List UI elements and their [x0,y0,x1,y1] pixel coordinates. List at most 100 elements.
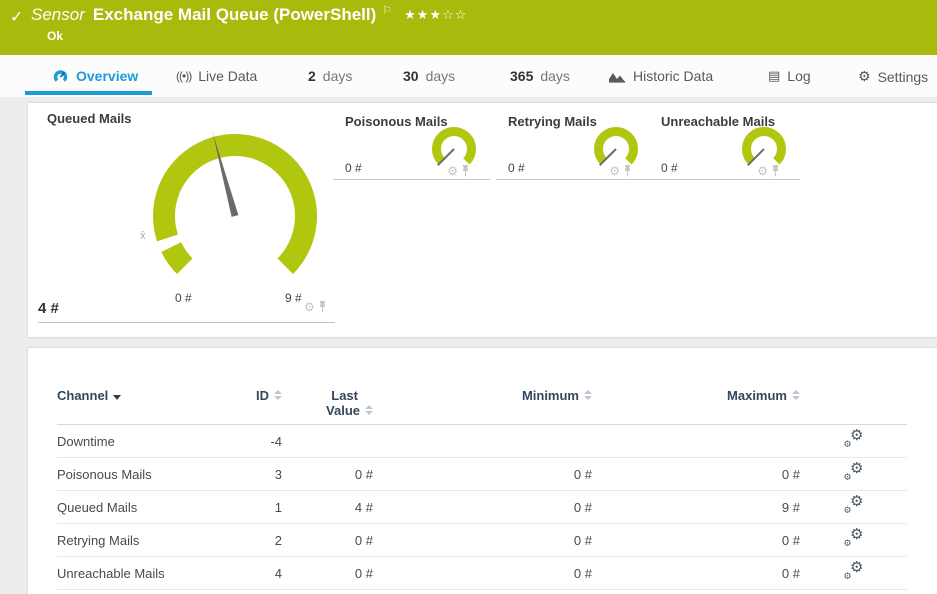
table-row: Downtime -4 ⚙⚙ [57,425,907,458]
column-header-value-label: Value [326,403,360,418]
column-header-id-label: ID [256,388,269,403]
gauge-gear-icon[interactable]: ⚙ [304,301,315,313]
gauge-divider [38,322,335,323]
column-header-last-label: Last [331,388,358,403]
queued-mails-current-value: 4 # [38,300,59,317]
sort-icon [792,390,800,400]
flag-icon[interactable]: ⚐ [382,4,392,17]
column-header-maximum[interactable]: Maximum [592,388,800,403]
gauges-panel: Queued Mails x̄ 0 # 9 # 4 # ⚙ Poisonous … [28,103,937,337]
table-row: Unreachable Mails 4 0 # 0 # 0 # ⚙⚙ [57,557,907,590]
tab-historic-data-label: Historic Data [633,68,713,84]
channel-maximum: 0 # [592,533,800,548]
channel-id: 3 [207,467,282,482]
table-header-row: Channel ID Last Value Minimum Maximum [57,348,907,425]
tab-bar: Overview ((•)) Live Data 2 days 30 days … [0,55,937,97]
sort-icon [274,390,282,400]
table-row: Poisonous Mails 3 0 # 0 # 0 # ⚙⚙ [57,458,907,491]
gauge-gear-icon[interactable]: ⚙ [447,165,458,177]
channel-maximum: 0 # [592,566,800,581]
channel-settings-gears-icon[interactable]: ⚙⚙ [844,497,864,514]
channels-table-panel: Channel ID Last Value Minimum Maximum [28,348,937,594]
tab-365-days-number: 365 [510,68,533,84]
gauge-scale-max-label: 9 # [285,291,302,305]
pin-icon[interactable] [771,165,780,177]
log-list-icon: ▤ [768,68,780,84]
pin-icon[interactable] [623,165,632,177]
gauge-gear-icon[interactable]: ⚙ [609,165,620,177]
retrying-mails-current-value: 0 # [508,161,525,175]
tab-historic-data[interactable]: Historic Data [608,68,713,84]
channel-last-value: 0 # [282,566,373,581]
channel-minimum: 0 # [373,533,592,548]
channel-id: 2 [207,533,282,548]
tab-live-data[interactable]: ((•)) Live Data [176,68,257,84]
sort-desc-icon [113,390,121,400]
table-row: Queued Mails 1 4 # 0 # 9 # ⚙⚙ [57,491,907,524]
sensor-title-row: Sensor Exchange Mail Queue (PowerShell) … [31,5,467,25]
tab-365-days-unit: days [540,68,570,84]
channel-settings-gears-icon[interactable]: ⚙⚙ [844,530,864,547]
poisonous-mails-current-value: 0 # [345,161,362,175]
tab-30-days-number: 30 [403,68,419,84]
retrying-mails-gauge-title: Retrying Mails [508,114,597,129]
sensor-header-bar: ✓ Sensor Exchange Mail Queue (PowerShell… [0,0,937,55]
gauge-scale-min-label: 0 # [175,291,192,305]
pin-icon[interactable] [318,301,327,313]
channel-settings-gears-icon[interactable]: ⚙⚙ [844,563,864,580]
column-header-id[interactable]: ID [207,388,282,403]
column-header-channel-label: Channel [57,388,108,403]
tab-30-days-unit: days [426,68,456,84]
tab-2-days-unit: days [323,68,353,84]
tab-live-data-label: Live Data [198,68,257,84]
page-title: Exchange Mail Queue (PowerShell) [93,5,376,25]
live-data-icon: ((•)) [176,69,191,83]
queued-mails-gauge [140,121,330,311]
settings-gear-icon: ⚙ [858,68,871,85]
stars-filled: ★★★ [404,7,442,22]
unreachable-mails-current-value: 0 # [661,161,678,175]
pin-icon[interactable] [461,165,470,177]
unreachable-mails-gauge-cell: Unreachable Mails 0 # ⚙ [649,110,800,180]
channel-minimum: 0 # [373,566,592,581]
channel-maximum: 0 # [592,467,800,482]
tab-2-days[interactable]: 2 days [308,68,352,84]
active-tab-underline [25,91,152,95]
column-header-minimum[interactable]: Minimum [373,388,592,403]
tab-settings[interactable]: ⚙ Settings [858,68,928,85]
gauge-gear-icon[interactable]: ⚙ [757,165,768,177]
channel-minimum: 0 # [373,500,592,515]
tab-365-days[interactable]: 365 days [510,68,570,84]
channel-settings-gears-icon[interactable]: ⚙⚙ [844,431,864,448]
channel-name: Downtime [57,434,207,449]
gauge-icon [52,69,69,84]
object-kind-label: Sensor [31,5,85,25]
poisonous-mails-gauge-cell: Poisonous Mails 0 # ⚙ [333,110,490,180]
channel-settings-gears-icon[interactable]: ⚙⚙ [844,464,864,481]
column-header-minimum-label: Minimum [522,388,579,403]
retrying-mails-gauge-cell: Retrying Mails 0 # ⚙ [496,110,652,180]
channel-name: Poisonous Mails [57,467,207,482]
column-header-channel[interactable]: Channel [57,388,207,403]
status-check-icon: ✓ [10,7,23,27]
sort-icon [584,390,592,400]
tab-2-days-number: 2 [308,68,316,84]
channel-id: 1 [207,500,282,515]
channel-minimum: 0 # [373,467,592,482]
priority-stars[interactable]: ★★★☆☆ [404,7,467,23]
channel-last-value: 0 # [282,467,373,482]
table-row: Retrying Mails 2 0 # 0 # 0 # ⚙⚙ [57,524,907,557]
tab-settings-label: Settings [878,69,929,85]
tab-30-days[interactable]: 30 days [403,68,455,84]
channel-name: Queued Mails [57,500,207,515]
stars-empty: ☆☆ [442,7,467,22]
tab-log[interactable]: ▤ Log [768,68,811,84]
column-header-last-value[interactable]: Last Value [282,388,373,418]
column-header-maximum-label: Maximum [727,388,787,403]
tab-overview[interactable]: Overview [52,68,138,84]
channel-maximum: 9 # [592,500,800,515]
channel-name: Unreachable Mails [57,566,207,581]
tab-overview-label: Overview [76,68,138,84]
sort-icon [365,405,373,415]
channel-last-value: 4 # [282,500,373,515]
